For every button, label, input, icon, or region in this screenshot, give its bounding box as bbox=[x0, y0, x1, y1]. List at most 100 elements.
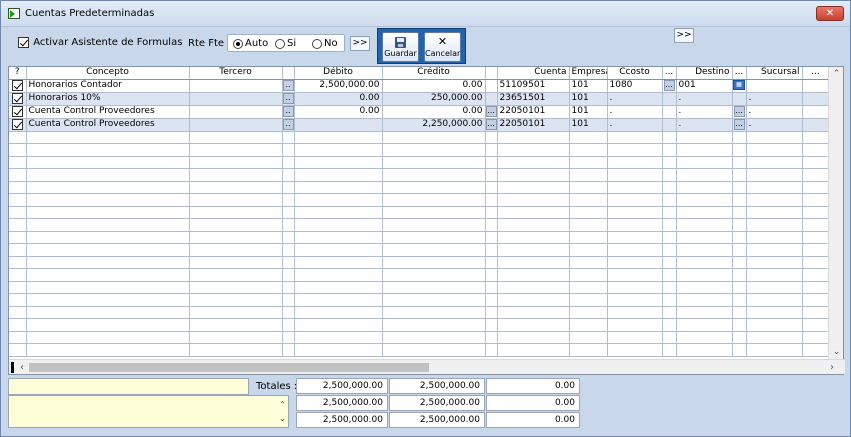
cell-tercero-btn[interactable] bbox=[282, 218, 295, 232]
cell-sucursal[interactable] bbox=[746, 318, 803, 332]
cell-sucursal-btn[interactable] bbox=[802, 118, 830, 132]
cell-cuenta[interactable] bbox=[497, 306, 570, 319]
textarea-down-icon[interactable]: ⌄ bbox=[279, 414, 286, 423]
cell-cuenta[interactable] bbox=[497, 318, 570, 332]
empty-row[interactable] bbox=[9, 193, 830, 207]
cell-sucursal-btn[interactable] bbox=[802, 343, 830, 357]
more-options-button[interactable]: >> bbox=[350, 36, 370, 51]
empty-row[interactable] bbox=[9, 331, 830, 344]
cell-destino[interactable] bbox=[676, 243, 733, 257]
cell-credito[interactable] bbox=[382, 293, 486, 307]
cell-cuenta[interactable] bbox=[497, 293, 570, 307]
cell-sucursal[interactable]: . bbox=[746, 118, 803, 132]
cell-sucursal[interactable] bbox=[746, 193, 803, 207]
cell-check[interactable] bbox=[9, 256, 27, 269]
cell-credito-btn[interactable] bbox=[485, 331, 498, 344]
destino-lookup-button[interactable]: ... bbox=[733, 119, 745, 130]
cell-debito[interactable] bbox=[294, 318, 383, 332]
cell-sucursal-btn[interactable] bbox=[802, 105, 830, 119]
col-debito[interactable]: Débito bbox=[294, 67, 383, 80]
cell-check[interactable] bbox=[9, 331, 27, 344]
cell-sucursal[interactable] bbox=[746, 231, 803, 244]
cell-destino-btn[interactable] bbox=[732, 181, 747, 194]
cell-destino-btn[interactable] bbox=[732, 318, 747, 332]
cell-concepto[interactable] bbox=[26, 143, 190, 157]
cell-cuenta[interactable] bbox=[497, 343, 570, 357]
cell-empresa[interactable] bbox=[569, 243, 608, 257]
cell-debito[interactable] bbox=[294, 268, 383, 282]
empty-row[interactable] bbox=[9, 156, 830, 169]
cell-credito[interactable]: 0.00 bbox=[382, 79, 486, 93]
cell-empresa[interactable] bbox=[569, 206, 608, 219]
cell-cuenta[interactable] bbox=[497, 156, 570, 169]
cell-check[interactable] bbox=[9, 181, 27, 194]
cell-empresa[interactable] bbox=[569, 331, 608, 344]
cell-concepto[interactable] bbox=[26, 281, 190, 294]
cell-ccosto[interactable] bbox=[607, 193, 663, 207]
cell-tercero-btn[interactable]: .. bbox=[282, 79, 295, 93]
cell-empresa[interactable] bbox=[569, 143, 608, 157]
cell-credito[interactable] bbox=[382, 206, 486, 219]
cell-ccosto[interactable] bbox=[607, 218, 663, 232]
cell-ccosto[interactable]: . bbox=[607, 105, 663, 119]
cell-ccosto[interactable] bbox=[607, 281, 663, 294]
cell-sucursal-btn[interactable] bbox=[802, 193, 830, 207]
cell-concepto[interactable] bbox=[26, 231, 190, 244]
empty-row[interactable] bbox=[9, 231, 830, 244]
cell-sucursal-btn[interactable] bbox=[802, 156, 830, 169]
cell-sucursal-btn[interactable] bbox=[802, 318, 830, 332]
cell-destino-btn[interactable] bbox=[732, 218, 747, 232]
textarea-up-icon[interactable]: ⌃ bbox=[279, 400, 286, 409]
scroll-down-icon[interactable]: ⌄ bbox=[829, 345, 844, 359]
cell-sucursal[interactable] bbox=[746, 281, 803, 294]
cell-check[interactable] bbox=[9, 92, 27, 106]
cell-credito[interactable] bbox=[382, 193, 486, 207]
cell-tercero[interactable] bbox=[189, 79, 283, 93]
row-checkbox[interactable] bbox=[11, 118, 23, 130]
cell-debito[interactable] bbox=[294, 306, 383, 319]
cell-credito[interactable] bbox=[382, 256, 486, 269]
cell-empresa[interactable] bbox=[569, 306, 608, 319]
cell-credito-btn[interactable] bbox=[485, 156, 498, 169]
rte-option-auto[interactable]: Auto bbox=[233, 38, 268, 50]
cell-debito[interactable] bbox=[294, 231, 383, 244]
cell-credito-btn[interactable] bbox=[485, 206, 498, 219]
cell-debito[interactable]: 2,500,000.00 bbox=[294, 79, 383, 93]
cell-destino-btn[interactable] bbox=[732, 131, 747, 144]
cell-concepto[interactable] bbox=[26, 268, 190, 282]
cell-tercero-btn[interactable] bbox=[282, 181, 295, 194]
cell-tercero[interactable] bbox=[189, 293, 283, 307]
cell-ccosto-btn[interactable] bbox=[662, 281, 677, 294]
cell-credito-btn[interactable] bbox=[485, 193, 498, 207]
cell-destino[interactable] bbox=[676, 156, 733, 169]
empty-row[interactable] bbox=[9, 306, 830, 319]
cell-empresa[interactable] bbox=[569, 193, 608, 207]
cell-destino-btn[interactable] bbox=[732, 168, 747, 182]
cell-sucursal-btn[interactable] bbox=[802, 168, 830, 182]
cell-credito-btn[interactable] bbox=[485, 168, 498, 182]
cell-destino[interactable] bbox=[676, 306, 733, 319]
cell-destino[interactable]: . bbox=[676, 105, 733, 119]
cell-sucursal[interactable] bbox=[746, 268, 803, 282]
cell-credito-btn[interactable] bbox=[485, 131, 498, 144]
cell-tercero[interactable] bbox=[189, 218, 283, 232]
empty-row[interactable] bbox=[9, 343, 830, 357]
table-row[interactable]: Honorarios Contador.. 2,500,000.00 0.00 511… bbox=[9, 79, 830, 93]
cell-credito[interactable] bbox=[382, 131, 486, 144]
cell-tercero-btn[interactable] bbox=[282, 256, 295, 269]
cell-ccosto-btn[interactable] bbox=[662, 92, 677, 106]
guardar-button[interactable]: Guardar bbox=[382, 32, 419, 62]
cell-cuenta[interactable] bbox=[497, 193, 570, 207]
cell-cuenta[interactable] bbox=[497, 331, 570, 344]
cell-tercero[interactable] bbox=[189, 92, 283, 106]
cell-sucursal[interactable] bbox=[746, 206, 803, 219]
cell-debito[interactable] bbox=[294, 343, 383, 357]
cell-cuenta[interactable] bbox=[497, 281, 570, 294]
cell-check[interactable] bbox=[9, 79, 27, 93]
col-cuenta[interactable]: Cuenta bbox=[497, 67, 570, 80]
cell-destino[interactable] bbox=[676, 256, 733, 269]
empty-row[interactable] bbox=[9, 206, 830, 219]
credito-lookup-button[interactable]: ... bbox=[485, 119, 496, 130]
cell-destino[interactable] bbox=[676, 193, 733, 207]
cell-debito[interactable] bbox=[294, 331, 383, 344]
